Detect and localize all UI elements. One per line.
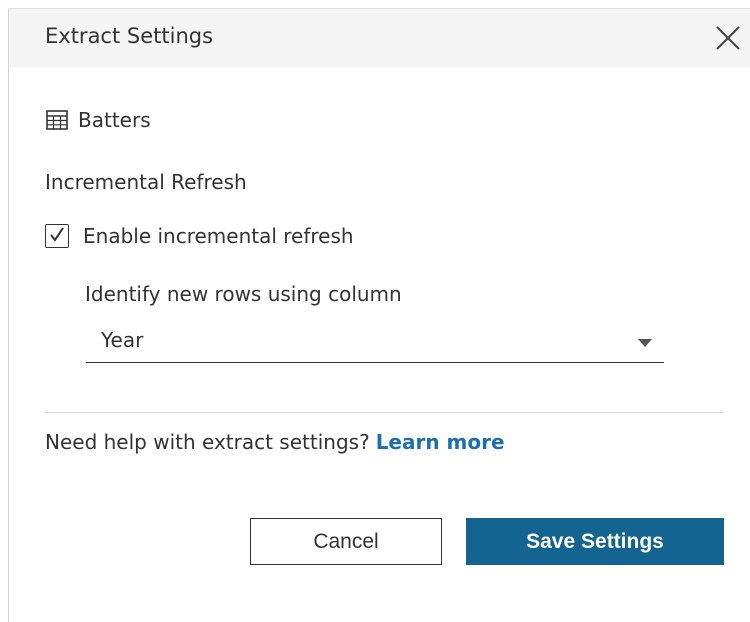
- caret-down-icon: [638, 339, 652, 347]
- column-select[interactable]: Year: [86, 323, 664, 363]
- column-select-value: Year: [101, 328, 144, 352]
- dialog-title: Extract Settings: [45, 24, 214, 48]
- save-settings-button[interactable]: Save Settings: [466, 518, 724, 565]
- help-label: Need help with extract settings?: [45, 430, 370, 454]
- extract-settings-dialog: Extract Settings Batters Incremental Ref…: [8, 8, 750, 622]
- learn-more-link[interactable]: Learn more: [376, 430, 505, 454]
- section-title: Incremental Refresh: [45, 170, 247, 194]
- close-icon: [716, 26, 740, 50]
- datasource-name: Batters: [78, 108, 151, 132]
- checkbox-label: Enable incremental refresh: [83, 224, 354, 248]
- dialog-header: Extract Settings: [9, 9, 750, 67]
- datasource-row: Batters: [46, 108, 151, 132]
- checkbox-box[interactable]: [45, 224, 69, 248]
- close-button[interactable]: [711, 21, 745, 55]
- checkmark-icon: [50, 227, 64, 242]
- cancel-button[interactable]: Cancel: [250, 518, 442, 565]
- table-icon: [46, 110, 68, 130]
- divider: [45, 412, 723, 413]
- column-field-label: Identify new rows using column: [85, 282, 402, 306]
- incremental-refresh-checkbox[interactable]: Enable incremental refresh: [45, 224, 354, 248]
- help-text: Need help with extract settings? Learn mo…: [45, 430, 505, 454]
